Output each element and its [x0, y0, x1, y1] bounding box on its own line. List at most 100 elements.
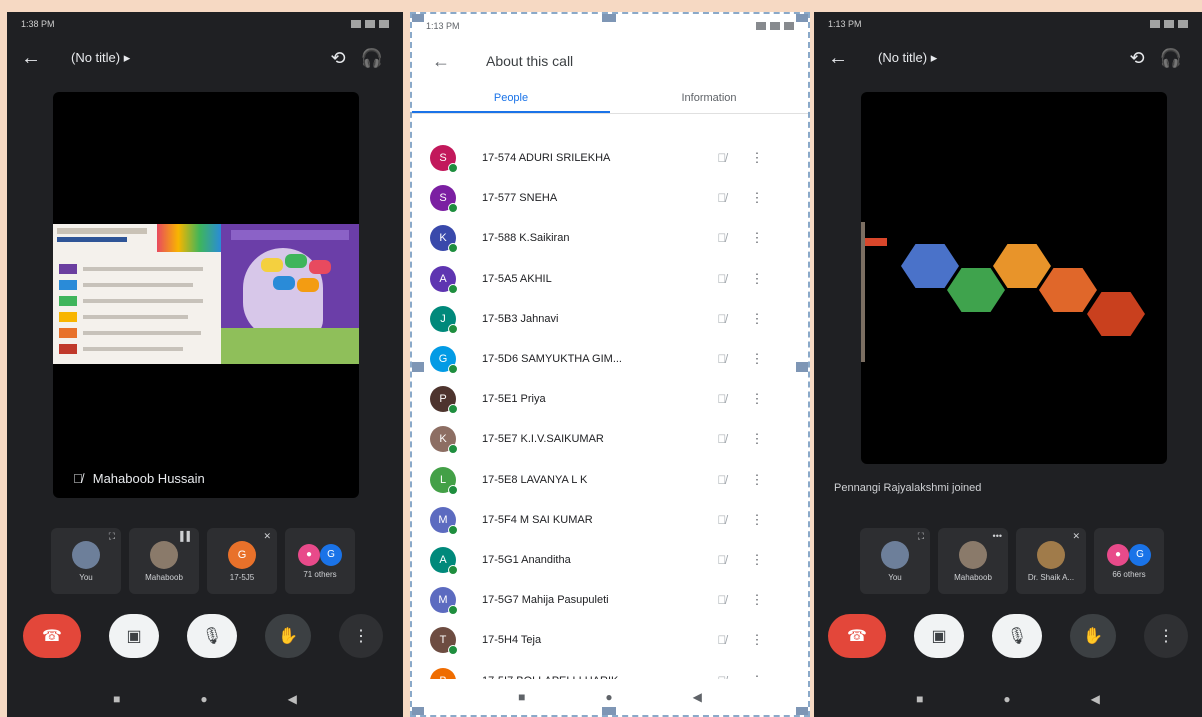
- more-vert-icon[interactable]: ⋮: [742, 150, 772, 166]
- mic-off-icon[interactable]: 🎙̸: [702, 191, 742, 205]
- more-vert-icon[interactable]: ⋮: [742, 431, 772, 447]
- more-vert-icon[interactable]: ⋮: [742, 472, 772, 488]
- mic-off-icon[interactable]: 🎙̸: [702, 473, 742, 487]
- avatar: S: [430, 145, 458, 174]
- more-vert-icon[interactable]: ⋮: [742, 552, 772, 568]
- camera-toggle-button[interactable]: ▣: [914, 614, 964, 658]
- meeting-title[interactable]: (No title) ▸: [71, 50, 321, 66]
- wifi-icon: [1164, 20, 1174, 28]
- arrow-left-icon[interactable]: ←: [828, 47, 858, 70]
- back-triangle-icon[interactable]: ◀: [1091, 692, 1100, 706]
- headphones-icon[interactable]: 🎧: [355, 48, 389, 69]
- expand-icon: ⛶: [917, 531, 924, 541]
- mic-off-icon[interactable]: 🎙̸: [702, 633, 742, 647]
- avatar: M: [430, 587, 458, 616]
- crop-handle: [796, 362, 808, 372]
- headphones-icon[interactable]: 🎧: [1154, 48, 1188, 69]
- participant-row[interactable]: P 17-5E1 Priya 🎙̸ ⋮: [412, 379, 808, 419]
- participant-name: 17-5G7 Mahija Pasupuleti: [482, 594, 609, 607]
- right-phone-screen: 1:13 PM ← (No title) ▸ ⟲ 🎧 Pennangi Rajy…: [814, 12, 1202, 717]
- avatar: [959, 540, 987, 569]
- participant-name: 17-5B3 Jahnavi: [482, 312, 559, 325]
- participant-row[interactable]: S 17-577 SNEHA 🎙̸ ⋮: [412, 178, 808, 218]
- more-vert-icon[interactable]: ⋮: [742, 230, 772, 246]
- back-triangle-icon[interactable]: ◀: [693, 690, 702, 704]
- end-call-button[interactable]: ☎: [23, 614, 81, 658]
- mic-off-icon[interactable]: 🎙̸: [702, 593, 742, 607]
- more-vert-icon[interactable]: ⋮: [742, 512, 772, 528]
- mic-off-icon[interactable]: 🎙̸: [702, 231, 742, 245]
- switch-camera-icon[interactable]: ⟲: [1120, 48, 1154, 69]
- recents-icon[interactable]: ■: [113, 692, 120, 706]
- more-vert-icon[interactable]: ⋮: [742, 632, 772, 648]
- avatar: J: [430, 305, 458, 334]
- more-vert-icon[interactable]: ⋮: [742, 351, 772, 367]
- mic-off-icon[interactable]: 🎙̸: [702, 352, 742, 366]
- tile-label: Dr. Shaik A...: [1027, 572, 1075, 582]
- recents-icon[interactable]: ■: [518, 690, 525, 704]
- participant-row[interactable]: G 17-5D6 SAMYUKTHA GIM... 🎙̸ ⋮: [412, 339, 808, 379]
- participant-row[interactable]: J 17-5B3 Jahnavi 🎙̸ ⋮: [412, 299, 808, 339]
- participant-row[interactable]: M 17-5F4 M SAI KUMAR 🎙̸ ⋮: [412, 500, 808, 540]
- participant-row[interactable]: K 17-588 K.Saikiran 🎙̸ ⋮: [412, 218, 808, 258]
- mic-toggle-button[interactable]: 🎙: [992, 614, 1042, 658]
- mic-toggle-button[interactable]: 🎙: [187, 614, 237, 658]
- arrow-left-icon[interactable]: ←: [432, 51, 486, 72]
- arrow-left-icon[interactable]: ←: [21, 47, 51, 70]
- participant-tile-dr-shaik[interactable]: ✕ Dr. Shaik A...: [1016, 528, 1086, 594]
- more-vert-icon[interactable]: ⋮: [742, 190, 772, 206]
- recents-icon[interactable]: ■: [916, 692, 923, 706]
- participant-tile-others[interactable]: ● G 66 others: [1094, 528, 1164, 594]
- more-vert-icon[interactable]: ⋮: [742, 271, 772, 287]
- participant-row[interactable]: A 17-5G1 Ananditha 🎙̸ ⋮: [412, 540, 808, 580]
- meeting-title[interactable]: (No title) ▸: [878, 50, 1120, 66]
- tab-people[interactable]: People: [412, 84, 610, 113]
- back-triangle-icon[interactable]: ◀: [288, 692, 297, 706]
- participant-row[interactable]: A 17-5A5 AKHIL 🎙̸ ⋮: [412, 259, 808, 299]
- status-time: 1:38 PM: [21, 19, 55, 29]
- call-controls: ☎ ▣ 🎙 ✋ ⋮: [23, 614, 383, 658]
- participant-tile-you[interactable]: ⛶ You: [860, 528, 930, 594]
- mic-off-icon[interactable]: 🎙̸: [702, 392, 742, 406]
- camera-toggle-button[interactable]: ▣: [109, 614, 159, 658]
- participant-tile-you[interactable]: ⛶ You: [51, 528, 121, 594]
- mic-off-icon[interactable]: 🎙̸: [702, 553, 742, 567]
- participant-row[interactable]: S 17-574 ADURI SRILEKHA 🎙̸ ⋮: [412, 138, 808, 178]
- tab-information[interactable]: Information: [610, 84, 808, 113]
- participant-tile-others[interactable]: ● G 71 others: [285, 528, 355, 594]
- mic-off-icon[interactable]: 🎙̸: [702, 312, 742, 326]
- mic-off-icon[interactable]: 🎙̸: [702, 151, 742, 165]
- participant-tile-17-5j5[interactable]: ✕ G 17-5J5: [207, 528, 277, 594]
- raise-hand-button[interactable]: ✋: [265, 614, 311, 658]
- tile-label: 71 others: [303, 569, 337, 579]
- raise-hand-button[interactable]: ✋: [1070, 614, 1116, 658]
- mic-off-icon[interactable]: 🎙̸: [702, 432, 742, 446]
- home-icon[interactable]: ●: [1003, 692, 1010, 706]
- participant-row[interactable]: K 17-5E7 K.I.V.SAIKUMAR 🎙̸ ⋮: [412, 419, 808, 459]
- participant-name: 17-5G1 Ananditha: [482, 553, 571, 566]
- meet-top-bar: ← (No title) ▸ ⟲ 🎧: [7, 36, 403, 80]
- mic-off-icon[interactable]: 🎙̸: [702, 272, 742, 286]
- home-icon[interactable]: ●: [605, 690, 612, 704]
- end-call-button[interactable]: ☎: [828, 614, 886, 658]
- participant-tile-mahaboob[interactable]: ▌▌ Mahaboob: [129, 528, 199, 594]
- more-vert-icon: ⋮: [353, 628, 369, 645]
- home-icon[interactable]: ●: [200, 692, 207, 706]
- android-nav-bar: ■ ● ◀: [814, 681, 1202, 717]
- mic-off-icon: ✕: [263, 531, 271, 541]
- participant-row[interactable]: L 17-5E8 LAVANYA L K 🎙̸ ⋮: [412, 460, 808, 500]
- more-options-button[interactable]: ⋮: [1144, 614, 1188, 658]
- more-vert-icon[interactable]: ⋮: [742, 311, 772, 327]
- person-icon: ●: [298, 543, 320, 566]
- participant-row[interactable]: M 17-5G7 Mahija Pasupuleti 🎙̸ ⋮: [412, 580, 808, 620]
- more-vert-icon[interactable]: ⋮: [742, 391, 772, 407]
- status-bar: 1:38 PM: [7, 12, 403, 36]
- call-controls: ☎ ▣ 🎙 ✋ ⋮: [828, 614, 1188, 658]
- participant-row[interactable]: T 17-5H4 Teja 🎙̸ ⋮: [412, 620, 808, 660]
- more-options-button[interactable]: ⋮: [339, 614, 383, 658]
- status-time: 1:13 PM: [828, 19, 862, 29]
- participant-tile-mahaboob[interactable]: ••• Mahaboob: [938, 528, 1008, 594]
- switch-camera-icon[interactable]: ⟲: [321, 48, 355, 69]
- more-vert-icon[interactable]: ⋮: [742, 592, 772, 608]
- mic-off-icon[interactable]: 🎙̸: [702, 513, 742, 527]
